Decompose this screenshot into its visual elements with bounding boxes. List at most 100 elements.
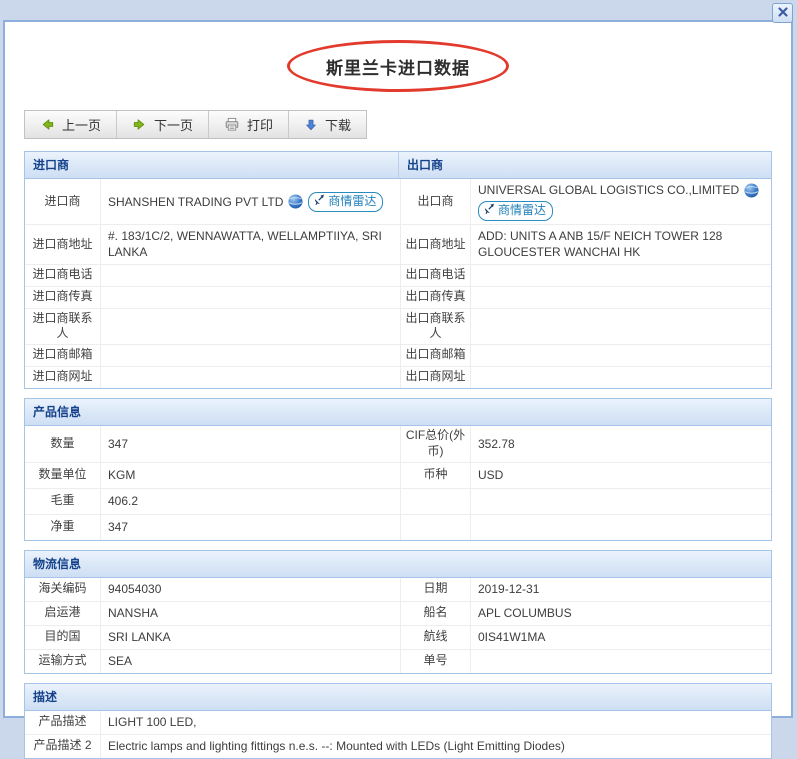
currency-value: USD [478, 468, 504, 483]
route-value: 0IS41W1MA [478, 630, 546, 645]
page-background: { "window": { "close_icon": "close-x" },… [0, 0, 797, 759]
field-label: 进口商邮箱 [25, 344, 101, 366]
download-label: 下载 [325, 118, 352, 133]
table-row: 启运港 NANSHA 船名 APL COLUMBUS [25, 601, 771, 626]
field-label: 出口商联系人 [401, 308, 471, 344]
section-header-logistics: 物流信息 [33, 556, 82, 571]
field-label: 进口商电话 [25, 264, 101, 286]
field-label: 产品描述 2 [25, 734, 101, 758]
table-row: 毛重 406.2 [25, 488, 771, 515]
field-label: 产品描述 [25, 710, 101, 734]
field-label: 数量 [25, 425, 101, 462]
field-label: 净重 [25, 514, 101, 540]
importer-contact [101, 308, 401, 344]
page-title: 斯里兰卡进口数据 [326, 58, 470, 78]
table-row: 进口商 SHANSHEN TRADING PVT LTD 商情雷达 出口商 UN… [25, 179, 771, 226]
importer-email [101, 344, 401, 366]
globe-icon[interactable] [744, 183, 759, 198]
radar-badge-label: 商情雷达 [498, 203, 547, 218]
business-radar-badge[interactable]: 商情雷达 [478, 201, 554, 222]
field-label: 出口商 [401, 179, 471, 225]
exporter-email [471, 345, 771, 366]
printer-icon [224, 117, 240, 132]
field-label: 启运港 [25, 601, 101, 625]
bill-number-value [471, 650, 771, 673]
importer-fax [101, 286, 401, 308]
field-label: 数量单位 [25, 462, 101, 488]
product-description-value: LIGHT 100 LED, [108, 715, 197, 730]
destination-country-value: SRI LANKA [101, 625, 401, 649]
empty-value [471, 489, 771, 514]
satellite-dish-icon [483, 202, 496, 219]
table-row: 进口商网址 出口商网址 [25, 366, 771, 388]
empty-value [471, 515, 771, 540]
table-row: 数量单位 KGM 币种 USD [25, 462, 771, 489]
field-label: 进口商地址 [25, 225, 101, 264]
table-row: 进口商电话 出口商电话 [25, 264, 771, 287]
field-label: 单号 [401, 649, 471, 673]
net-weight-value: 347 [101, 514, 401, 540]
exporter-contact [471, 309, 771, 344]
radar-badge-label: 商情雷达 [328, 193, 377, 208]
table-row: 海关编码 94054030 日期 2019-12-31 [25, 577, 771, 602]
importer-name-cell: SHANSHEN TRADING PVT LTD 商情雷达 [101, 179, 401, 225]
table-row: 进口商联系人 出口商联系人 [25, 308, 771, 345]
section-logistics: 物流信息 海关编码 94054030 日期 2019-12-31 启运港 NAN… [24, 549, 772, 674]
next-page-button[interactable]: 下一页 [117, 111, 210, 138]
field-label: 船名 [401, 601, 471, 625]
table-row: 目的国 SRI LANKA 航线 0IS41W1MA [25, 625, 771, 650]
table-row: 产品描述 2 Electric lamps and lighting fitti… [25, 734, 771, 758]
importer-name: SHANSHEN TRADING PVT LTD [108, 194, 284, 209]
table-row: 数量 347 CIF总价(外币) 352.78 [25, 425, 771, 463]
field-label: 海关编码 [25, 577, 101, 601]
departure-port-value: NANSHA [101, 601, 401, 625]
field-label: 进口商联系人 [25, 308, 101, 344]
transport-mode-value: SEA [101, 649, 401, 673]
close-icon [777, 6, 789, 21]
arrow-right-icon [132, 117, 147, 132]
field-label: 进口商传真 [25, 286, 101, 308]
product-description2-value: Electric lamps and lighting fittings n.e… [108, 739, 565, 754]
section-header-product: 产品信息 [33, 404, 82, 419]
exporter-name: UNIVERSAL GLOBAL LOGISTICS CO.,LIMITED [478, 183, 740, 197]
table-row: 进口商地址 #. 183/1C/2, WENNAWATTA, WELLAMPTI… [25, 225, 771, 265]
globe-icon[interactable] [288, 194, 303, 209]
importer-address: #. 183/1C/2, WENNAWATTA, WELLAMPTIIYA, S… [101, 225, 401, 264]
importer-phone [101, 264, 401, 286]
exporter-fax [471, 287, 771, 308]
close-button[interactable] [772, 3, 793, 23]
importer-website [101, 366, 401, 388]
table-row: 进口商传真 出口商传真 [25, 286, 771, 309]
field-label: 运输方式 [25, 649, 101, 673]
section-description: 描述 产品描述 LIGHT 100 LED, 产品描述 2 Electric l… [24, 682, 772, 759]
table-row: 产品描述 LIGHT 100 LED, [25, 710, 771, 735]
field-label: 进口商 [25, 179, 101, 225]
print-button[interactable]: 打印 [209, 111, 290, 138]
date-value: 2019-12-31 [478, 582, 540, 597]
exporter-address: ADD: UNITS A ANB 15/F NEICH TOWER 128 GL… [478, 229, 723, 260]
field-label: 出口商网址 [401, 366, 471, 388]
table-row: 净重 347 [25, 514, 771, 540]
field-label: 日期 [401, 577, 471, 601]
field-label: 毛重 [25, 488, 101, 514]
prev-page-label: 上一页 [62, 118, 102, 133]
gross-weight-value: 406.2 [101, 488, 401, 514]
exporter-website [471, 367, 771, 388]
prev-page-button[interactable]: 上一页 [25, 111, 118, 138]
field-label: 进口商网址 [25, 366, 101, 388]
cif-total-value: 352.78 [478, 436, 515, 451]
hs-code-value: 94054030 [101, 577, 401, 601]
section-product: 产品信息 数量 347 CIF总价(外币) 352.78 数量单位 KGM 币种… [24, 397, 772, 541]
vessel-name-value: APL COLUMBUS [478, 606, 572, 621]
table-row: 运输方式 SEA 单号 [25, 649, 771, 673]
satellite-dish-icon [313, 193, 326, 210]
field-label [401, 488, 471, 514]
arrow-down-icon [304, 118, 318, 132]
dialog-panel: 斯里兰卡进口数据 上一页 下一页 打印 下载 进口商 出口商 进口商 SHANS… [3, 20, 793, 759]
download-button[interactable]: 下载 [289, 111, 366, 138]
field-label: 航线 [401, 625, 471, 649]
business-radar-badge[interactable]: 商情雷达 [308, 191, 384, 212]
field-label: 出口商电话 [401, 264, 471, 286]
print-label: 打印 [247, 118, 274, 133]
section-header-importer: 进口商 [33, 158, 70, 172]
